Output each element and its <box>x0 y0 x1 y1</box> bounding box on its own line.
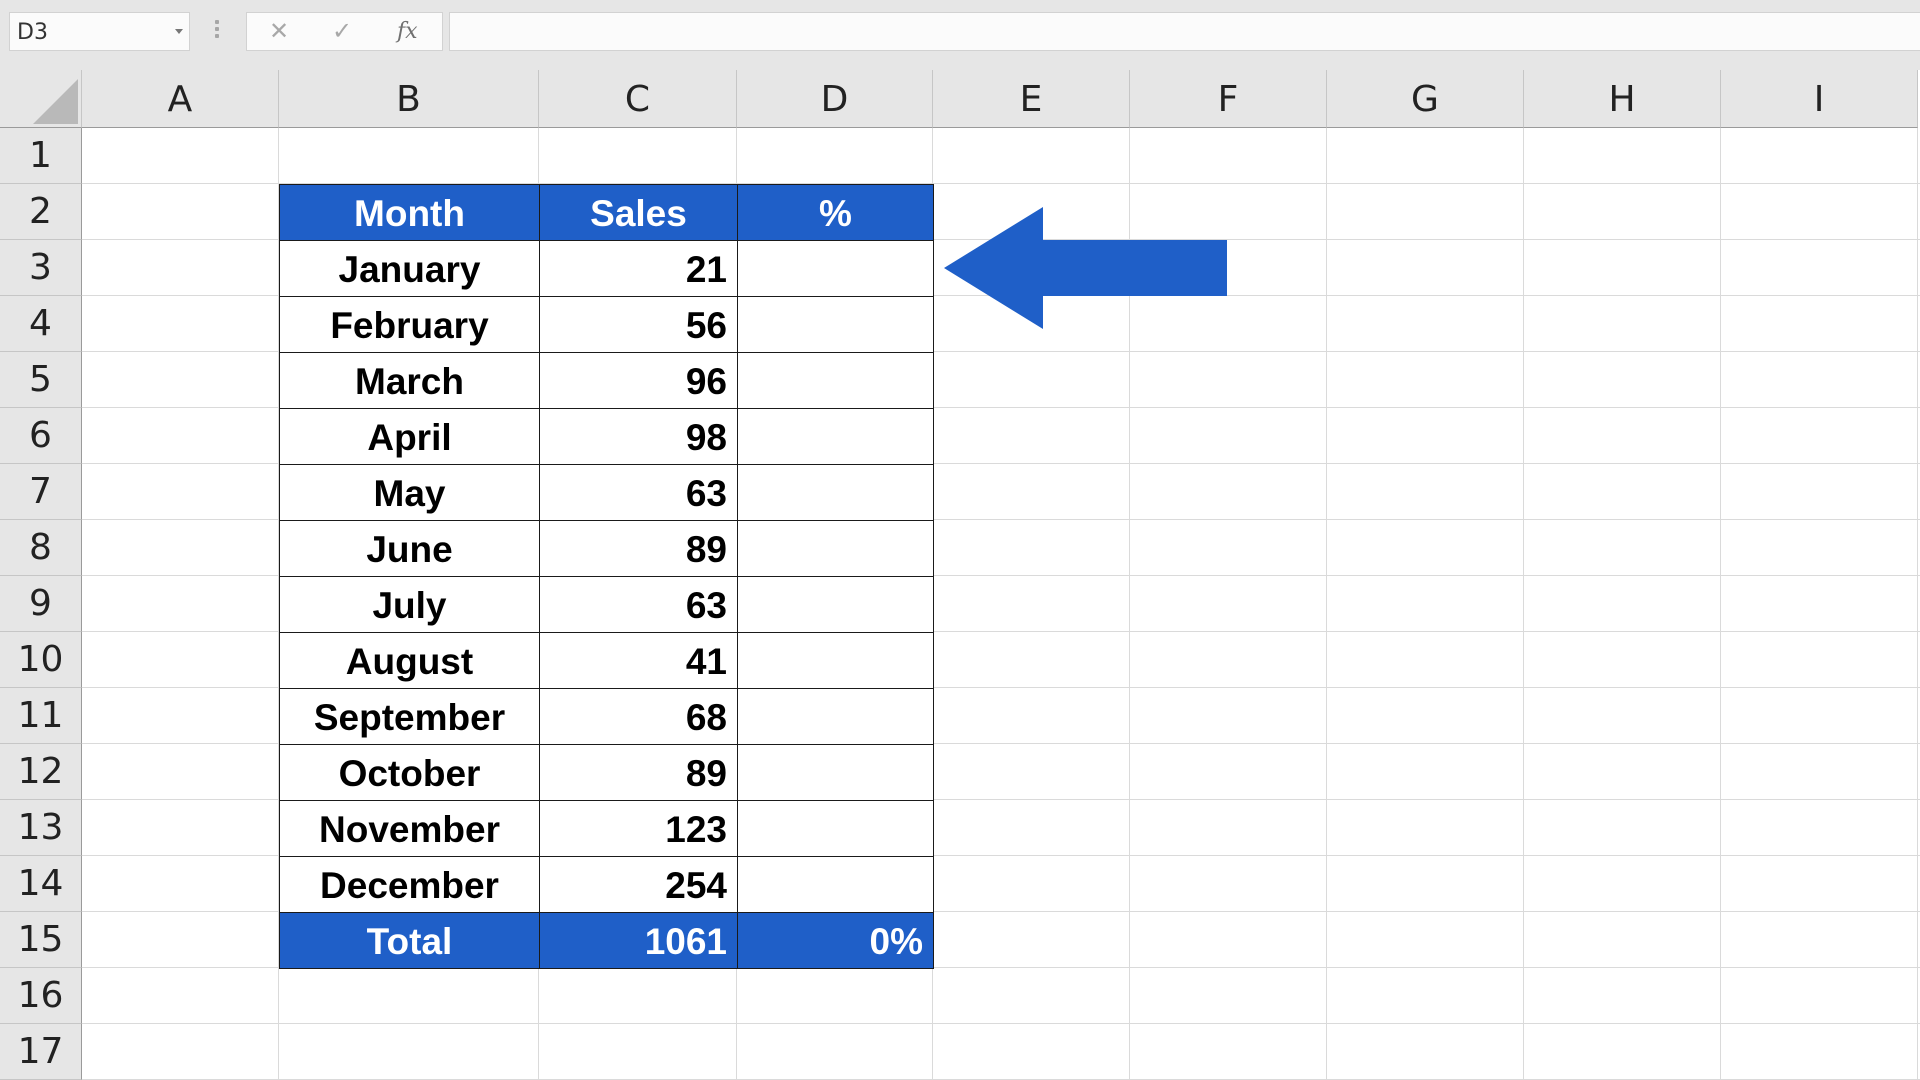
drag-handle-icon[interactable] <box>215 20 221 44</box>
formula-input[interactable] <box>449 12 1920 51</box>
name-box-value: D3 <box>17 20 48 45</box>
left-arrow-icon[interactable] <box>0 70 1920 1080</box>
check-icon[interactable]: ✓ <box>332 17 352 46</box>
spreadsheet-grid: A B C D E F G H I 1 2 3 4 5 6 7 8 9 10 11 12 13 14 15 16 17 Month S… <box>0 70 1920 1080</box>
cancel-icon[interactable]: ✕ <box>269 17 289 46</box>
chevron-down-icon[interactable] <box>175 29 183 34</box>
arrow-shape[interactable] <box>944 207 1227 329</box>
name-box[interactable]: D3 <box>9 12 190 51</box>
formula-buttons: ✕ ✓ fx <box>246 12 443 51</box>
insert-function-icon[interactable]: fx <box>397 19 418 44</box>
formula-bar: D3 ✕ ✓ fx <box>0 0 1920 70</box>
